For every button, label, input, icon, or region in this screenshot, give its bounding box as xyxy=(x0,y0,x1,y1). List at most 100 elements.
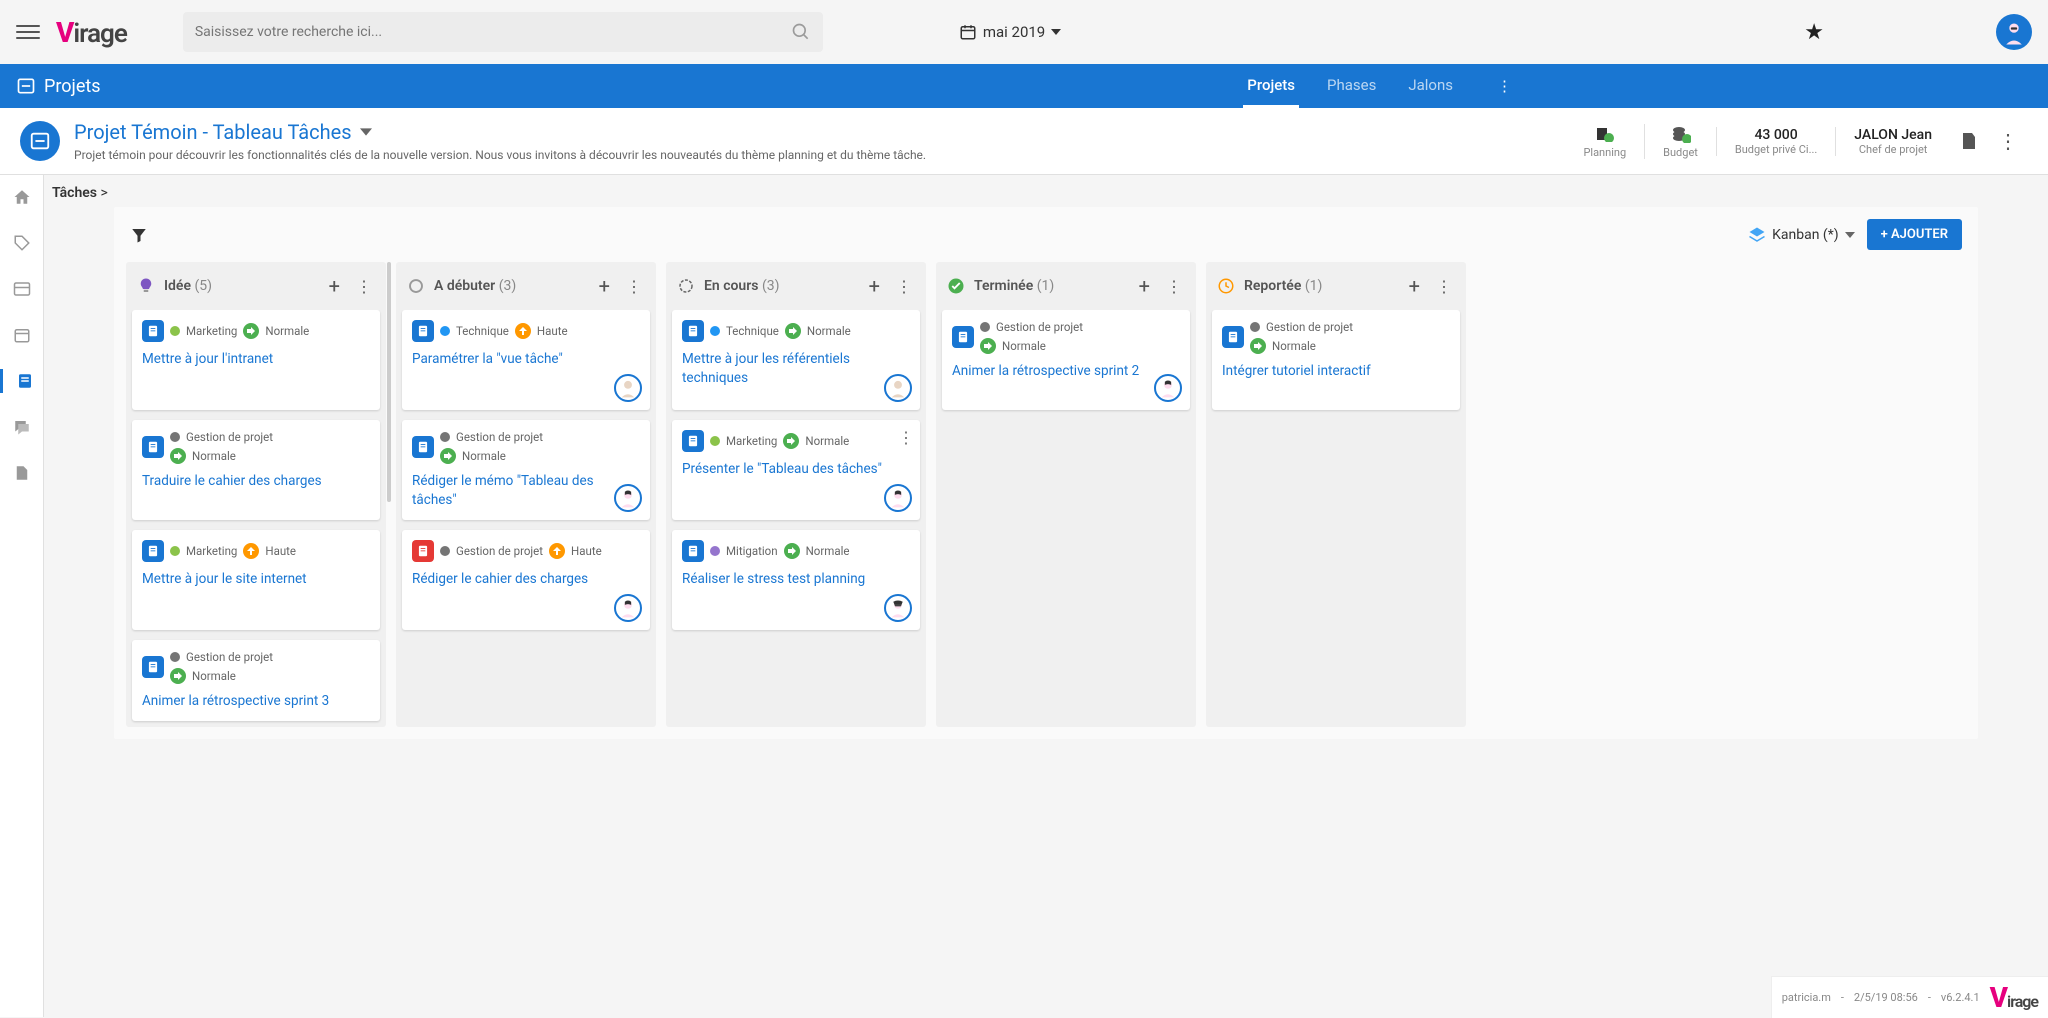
stat-more-icon[interactable]: ⋮ xyxy=(1988,129,2028,153)
task-title[interactable]: Rédiger le mémo "Tableau des tâches" xyxy=(412,472,640,510)
star-icon[interactable]: ★ xyxy=(1804,20,1824,45)
priority-icon xyxy=(170,668,186,684)
task-card[interactable]: TechniqueNormale Mettre à jour les référ… xyxy=(672,310,920,410)
category-dot xyxy=(1250,322,1260,332)
task-type-icon xyxy=(682,320,704,342)
side-file-icon[interactable] xyxy=(10,461,34,485)
column-more-icon[interactable]: ⋮ xyxy=(1432,277,1456,296)
column-add-icon[interactable]: + xyxy=(595,274,614,298)
assignee-avatar xyxy=(884,594,912,622)
task-card[interactable]: TechniqueHaute Paramétrer la "vue tâche" xyxy=(402,310,650,410)
nav-bar: Projets Projets Phases Jalons ⋮ xyxy=(0,64,2048,108)
stat-budget-prive[interactable]: 43 000 Budget privé Ci... xyxy=(1716,127,1835,156)
task-title[interactable]: Réaliser le stress test planning xyxy=(682,570,910,589)
footer-version: v6.2.4.1 xyxy=(1941,991,1980,1004)
task-card[interactable]: Gestion de projetNormale Traduire le cah… xyxy=(132,420,380,520)
column-add-icon[interactable]: + xyxy=(1135,274,1154,298)
column-status-icon xyxy=(676,276,696,296)
task-title[interactable]: Mettre à jour l'intranet xyxy=(142,350,370,369)
project-description: Projet témoin pour découvrir les fonctio… xyxy=(74,148,1551,162)
task-title[interactable]: Traduire le cahier des charges xyxy=(142,472,370,491)
priority-label: Normale xyxy=(192,449,236,463)
task-title[interactable]: Mettre à jour les référentiels technique… xyxy=(682,350,910,388)
tab-phases[interactable]: Phases xyxy=(1323,64,1380,108)
stat-chef[interactable]: JALON Jean Chef de projet xyxy=(1835,127,1950,156)
stat-doc-icon[interactable] xyxy=(1950,131,1988,151)
column-more-icon[interactable]: ⋮ xyxy=(352,277,376,296)
column-add-icon[interactable]: + xyxy=(865,274,884,298)
side-chat-icon[interactable] xyxy=(10,415,34,439)
user-avatar[interactable] xyxy=(1996,14,2032,50)
side-tasks-icon[interactable] xyxy=(0,369,44,393)
category-dot xyxy=(710,546,720,556)
board-toolbar: Kanban (*) + AJOUTER xyxy=(114,207,1978,262)
column-add-icon[interactable]: + xyxy=(325,274,344,298)
column-status-icon xyxy=(946,276,966,296)
column-more-icon[interactable]: ⋮ xyxy=(622,277,646,296)
column-header: A débuter (3) + ⋮ xyxy=(396,262,656,310)
task-card[interactable]: MarketingHaute Mettre à jour le site int… xyxy=(132,530,380,630)
side-tag-icon[interactable] xyxy=(10,231,34,255)
add-button[interactable]: + AJOUTER xyxy=(1867,219,1962,250)
task-type-icon xyxy=(142,436,164,458)
search-box[interactable] xyxy=(183,12,823,52)
date-picker[interactable]: mai 2019 xyxy=(959,23,1061,41)
task-title[interactable]: Présenter le "Tableau des tâches" xyxy=(682,460,910,479)
breadcrumb: Tâches > xyxy=(44,175,2048,207)
task-card[interactable]: MarketingNormale Mettre à jour l'intrane… xyxy=(132,310,380,410)
column-status-icon xyxy=(406,276,426,296)
task-title[interactable]: Rédiger le cahier des charges xyxy=(412,570,640,589)
stat-planning[interactable]: Planning xyxy=(1565,124,1644,159)
column-title: A débuter (3) xyxy=(434,278,587,294)
nav-more-icon[interactable]: ⋮ xyxy=(1497,77,1512,95)
menu-icon[interactable] xyxy=(16,20,40,44)
tab-jalons[interactable]: Jalons xyxy=(1404,64,1457,108)
task-type-icon xyxy=(142,656,164,678)
category-label: Gestion de projet xyxy=(456,430,543,444)
tab-projets[interactable]: Projets xyxy=(1243,64,1299,108)
task-title[interactable]: Intégrer tutoriel interactif xyxy=(1222,362,1450,381)
task-card[interactable]: MarketingNormale ⋮ Présenter le "Tableau… xyxy=(672,420,920,520)
kanban-column: Idée (5) + ⋮ MarketingNormale Mettre à j… xyxy=(126,262,386,727)
task-title[interactable]: Animer la rétrospective sprint 3 xyxy=(142,692,370,711)
card-more-icon[interactable]: ⋮ xyxy=(898,428,914,447)
category-label: Technique xyxy=(726,324,779,338)
priority-label: Normale xyxy=(1272,339,1316,353)
category-dot xyxy=(170,546,180,556)
column-header: Terminée (1) + ⋮ xyxy=(936,262,1196,310)
column-more-icon[interactable]: ⋮ xyxy=(892,277,916,296)
task-card[interactable]: Gestion de projetHaute Rédiger le cahier… xyxy=(402,530,650,630)
task-card[interactable]: Gestion de projetNormale Rédiger le mémo… xyxy=(402,420,650,520)
category-label: Gestion de projet xyxy=(186,650,273,664)
task-type-icon xyxy=(682,540,704,562)
task-card[interactable]: Gestion de projetNormale Animer la rétro… xyxy=(942,310,1190,410)
task-card[interactable]: Gestion de projetNormale Intégrer tutori… xyxy=(1212,310,1460,410)
task-title[interactable]: Mettre à jour le site internet xyxy=(142,570,370,589)
task-title[interactable]: Animer la rétrospective sprint 2 xyxy=(952,362,1180,381)
search-icon[interactable] xyxy=(791,22,811,42)
side-calendar-icon[interactable] xyxy=(10,323,34,347)
column-header: En cours (3) + ⋮ xyxy=(666,262,926,310)
column-add-icon[interactable]: + xyxy=(1405,274,1424,298)
task-card[interactable]: MitigationNormale Réaliser le stress tes… xyxy=(672,530,920,630)
chevron-down-icon xyxy=(1845,232,1855,238)
filter-icon[interactable] xyxy=(130,226,148,244)
project-title[interactable]: Projet Témoin - Tableau Tâches xyxy=(74,120,1551,144)
task-card[interactable]: Gestion de projet Normale Animer la rétro… xyxy=(132,640,380,721)
column-header: Reportée (1) + ⋮ xyxy=(1206,262,1466,310)
view-selector[interactable]: Kanban (*) xyxy=(1748,226,1855,244)
task-type-icon xyxy=(142,540,164,562)
task-title[interactable]: Paramétrer la "vue tâche" xyxy=(412,350,640,369)
search-input[interactable] xyxy=(195,24,791,40)
side-home-icon[interactable] xyxy=(10,185,34,209)
assignee-avatar xyxy=(884,374,912,402)
category-dot xyxy=(980,322,990,332)
side-board-icon[interactable] xyxy=(10,277,34,301)
stat-budget[interactable]: Budget xyxy=(1644,124,1716,159)
priority-label: Normale xyxy=(192,669,236,683)
column-more-icon[interactable]: ⋮ xyxy=(1162,277,1186,296)
priority-label: Normale xyxy=(1002,339,1046,353)
projects-icon xyxy=(16,76,36,96)
category-dot xyxy=(170,326,180,336)
chevron-down-icon xyxy=(1051,29,1061,35)
